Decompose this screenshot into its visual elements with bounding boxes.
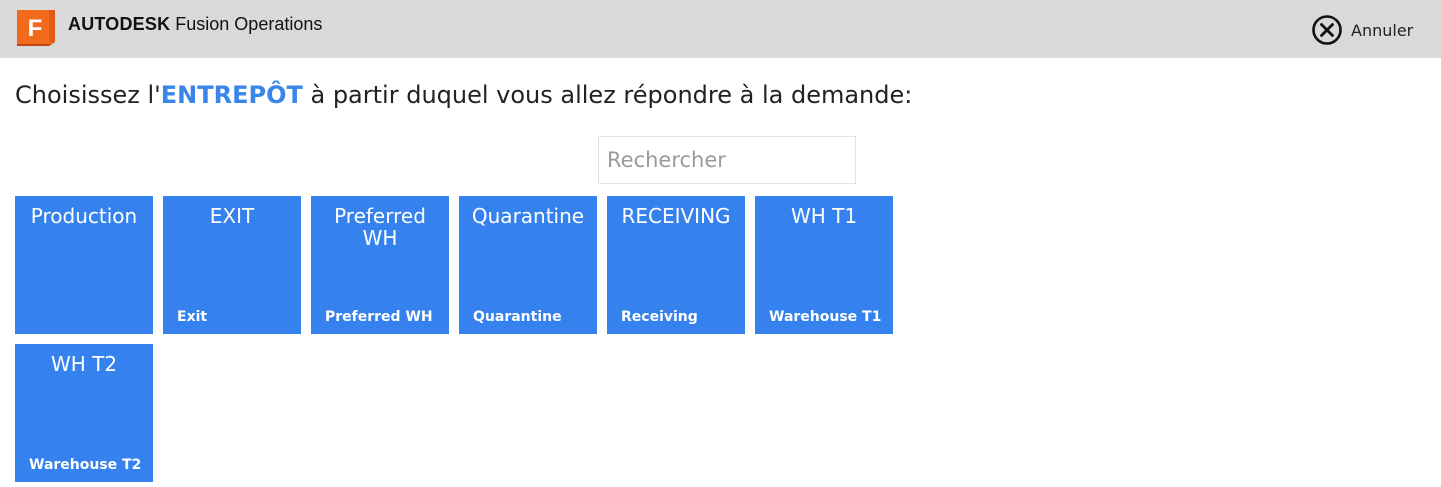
prompt-emphasis: ENTREPÔT — [160, 81, 303, 109]
warehouse-tile-subtitle: Warehouse T2 — [29, 457, 142, 473]
warehouse-tile-title: WH T2 — [50, 352, 118, 376]
warehouse-tile-subtitle: Preferred WH — [325, 309, 433, 325]
warehouse-tile[interactable]: Production — [15, 196, 153, 334]
warehouse-tile-title: Preferred WH — [334, 204, 426, 250]
warehouse-tile[interactable]: WH T1 Warehouse T1 — [755, 196, 893, 334]
autodesk-fusion-logo-icon: F — [17, 10, 55, 46]
warehouse-tile-title: EXIT — [209, 204, 255, 228]
app-title: AUTODESK Fusion Operations — [68, 14, 322, 35]
warehouse-tile[interactable]: Preferred WH Preferred WH — [311, 196, 449, 334]
cancel-button[interactable]: Annuler — [1311, 14, 1413, 46]
top-bar: F AUTODESK Fusion Operations Annuler — [0, 0, 1441, 58]
prompt-text-before: Choisissez l' — [15, 81, 161, 109]
warehouse-tile-title: Quarantine — [471, 204, 585, 228]
warehouse-tile-title: RECEIVING — [621, 204, 731, 228]
warehouse-grid: Production EXIT Exit Preferred WH Prefer… — [15, 196, 915, 482]
brand-vendor: AUTODESK — [68, 14, 171, 34]
warehouse-tile-subtitle: Receiving — [621, 309, 698, 325]
warehouse-tile[interactable]: RECEIVING Receiving — [607, 196, 745, 334]
warehouse-tile[interactable]: WH T2 Warehouse T2 — [15, 344, 153, 482]
warehouse-tile[interactable]: EXIT Exit — [163, 196, 301, 334]
page-prompt: Choisissez l'ENTREPÔT à partir duquel vo… — [15, 81, 912, 109]
warehouse-tile-subtitle: Quarantine — [473, 309, 562, 325]
brand-product: Fusion Operations — [175, 14, 323, 34]
search-input[interactable] — [598, 136, 856, 184]
logo-letter: F — [28, 15, 43, 42]
warehouse-tile[interactable]: Quarantine Quarantine — [459, 196, 597, 334]
cancel-label: Annuler — [1351, 20, 1414, 40]
warehouse-tile-subtitle: Exit — [177, 309, 208, 325]
warehouse-tile-title: WH T1 — [790, 204, 858, 228]
warehouse-tile-title: Production — [30, 204, 138, 228]
prompt-text-after: à partir duquel vous allez répondre à la… — [302, 81, 913, 109]
close-circle-icon — [1312, 15, 1342, 45]
warehouse-tile-subtitle: Warehouse T1 — [769, 309, 882, 325]
